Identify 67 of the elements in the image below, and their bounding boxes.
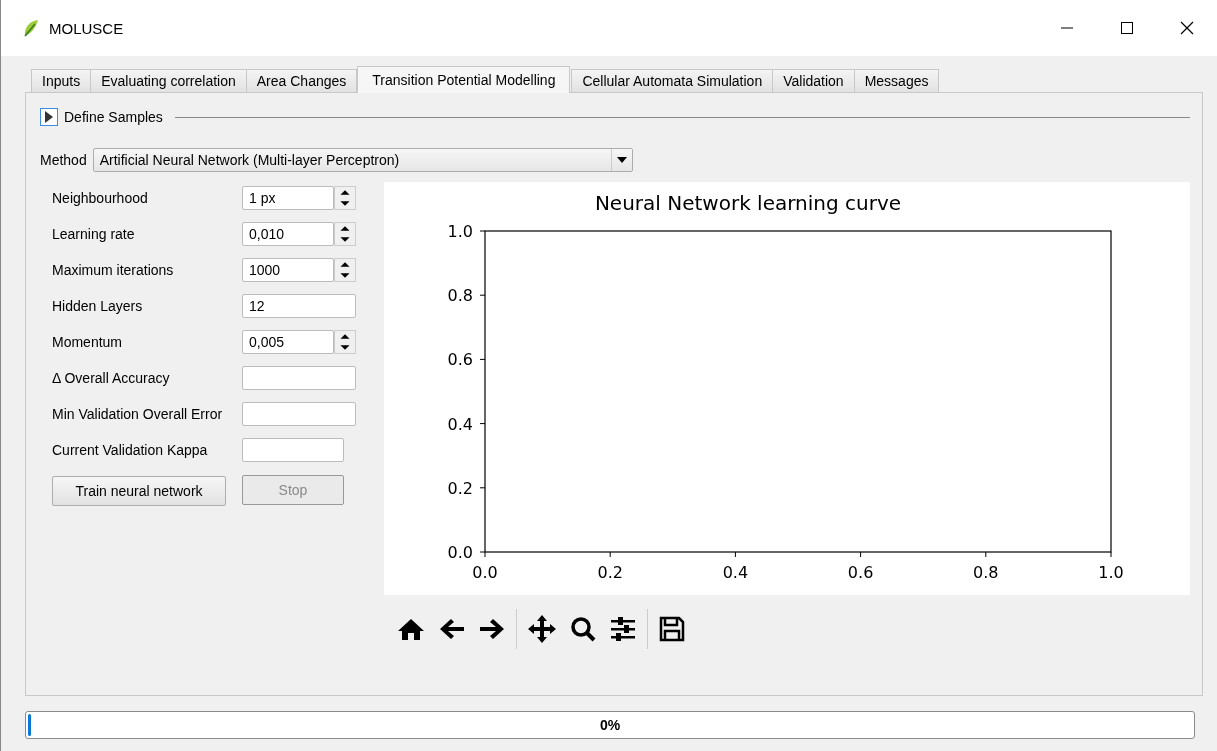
method-label: Method bbox=[40, 152, 87, 168]
tick-mark bbox=[479, 358, 486, 360]
field-label: Current Validation Kappa bbox=[52, 442, 209, 458]
move-icon bbox=[527, 614, 557, 644]
chart-title: Neural Network learning curve bbox=[594, 191, 902, 215]
expand-button[interactable] bbox=[40, 108, 58, 126]
tick-label: 0.6 bbox=[847, 563, 874, 582]
input-field[interactable] bbox=[242, 402, 356, 426]
input-field[interactable]: 0,010 bbox=[242, 222, 334, 246]
input-field[interactable] bbox=[242, 366, 356, 390]
search-icon bbox=[569, 615, 597, 643]
tick-mark bbox=[1110, 551, 1112, 558]
input-field[interactable]: 1 px bbox=[242, 186, 334, 210]
tick-mark bbox=[479, 487, 486, 489]
tick-label: 0.8 bbox=[973, 563, 999, 582]
sliders-icon bbox=[609, 616, 637, 642]
tick-label: 0.8 bbox=[447, 286, 473, 306]
input-field[interactable] bbox=[242, 438, 344, 462]
tick-mark bbox=[609, 551, 611, 558]
tab[interactable]: Cellular Automata Simulation bbox=[571, 69, 774, 92]
field-label: Δ Overall Accuracy bbox=[52, 370, 171, 386]
input-field[interactable]: 1000 bbox=[242, 258, 334, 282]
save-icon bbox=[658, 615, 686, 643]
button[interactable]: Train neural network bbox=[52, 476, 226, 506]
dropdown-arrow-icon bbox=[616, 157, 627, 163]
spin-buttons[interactable] bbox=[334, 258, 356, 282]
tick-label: 0.0 bbox=[447, 543, 473, 562]
spin-buttons[interactable] bbox=[334, 222, 356, 246]
field-label: Neighbourhood bbox=[52, 190, 149, 206]
tab[interactable]: Validation bbox=[772, 69, 855, 92]
section-label: Define Samples bbox=[64, 109, 163, 125]
tick-mark bbox=[860, 551, 862, 558]
tick-label: 0.2 bbox=[447, 478, 473, 498]
tick-mark bbox=[479, 423, 486, 425]
progress-text: 0% bbox=[599, 717, 621, 733]
tab[interactable]: Evaluating correlation bbox=[90, 69, 247, 92]
input-field[interactable]: 12 bbox=[242, 294, 356, 318]
spin-buttons[interactable] bbox=[334, 186, 356, 210]
tick-mark bbox=[734, 551, 736, 558]
field-label: Maximum iterations bbox=[52, 262, 175, 278]
tick-label: 0.4 bbox=[447, 414, 473, 434]
window-title: MOLUSCE bbox=[49, 19, 124, 37]
caret-right-icon bbox=[44, 111, 54, 123]
left-arrow-icon bbox=[438, 617, 466, 641]
field-label: Min Validation Overall Error bbox=[52, 406, 224, 422]
tick-label: 0.6 bbox=[447, 350, 473, 370]
spin-buttons[interactable] bbox=[334, 330, 356, 354]
home-icon bbox=[396, 617, 426, 641]
tick-label: 0.4 bbox=[722, 563, 749, 582]
tick-label: 0.2 bbox=[597, 563, 623, 582]
tick-label: 1.0 bbox=[447, 222, 473, 241]
tick-mark bbox=[479, 294, 486, 296]
tick-mark bbox=[479, 230, 486, 232]
field-label: Hidden Layers bbox=[52, 298, 144, 314]
right-arrow-icon bbox=[478, 617, 506, 641]
app-logo-icon bbox=[21, 18, 41, 38]
tick-label: 0.0 bbox=[472, 563, 498, 582]
field-label: Learning rate bbox=[52, 226, 136, 242]
input-field[interactable]: 0,005 bbox=[242, 330, 334, 354]
tab[interactable]: Messages bbox=[853, 69, 940, 92]
method-dropdown[interactable]: Artificial Neural Network (Multi-layer Perceptron) bbox=[92, 148, 633, 172]
tab[interactable]: Area Changes bbox=[245, 69, 358, 92]
tick-label: 1.0 bbox=[1098, 563, 1124, 582]
tab[interactable]: Transition Potential Modelling bbox=[357, 66, 571, 93]
tab[interactable]: Inputs bbox=[31, 69, 92, 92]
field-label: Momentum bbox=[52, 334, 124, 350]
tick-mark bbox=[985, 551, 987, 558]
